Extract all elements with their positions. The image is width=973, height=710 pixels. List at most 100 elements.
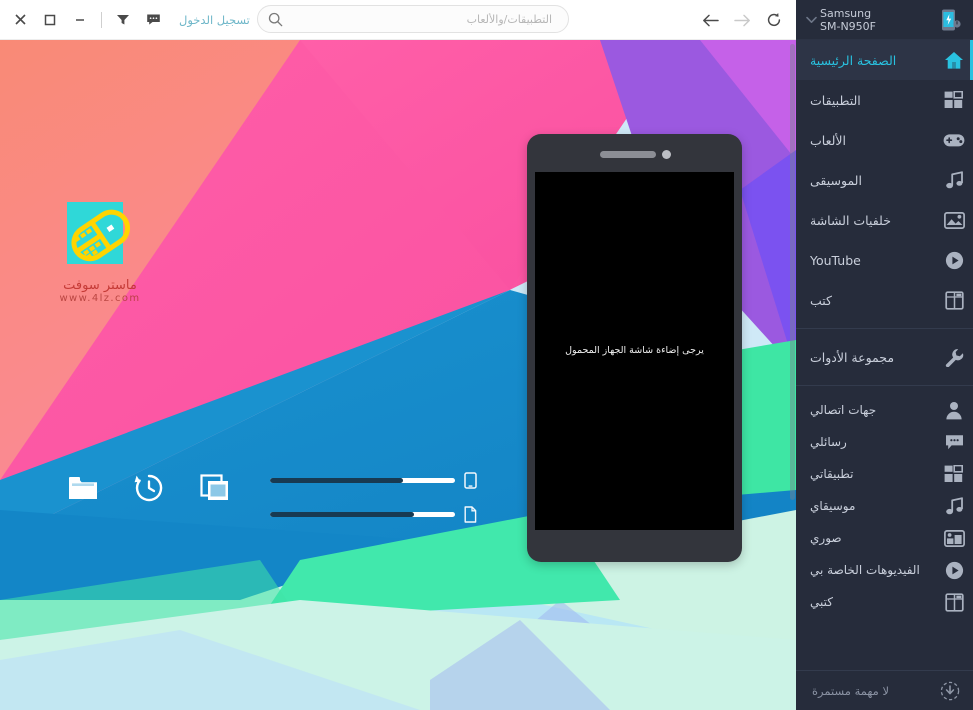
chat-icon[interactable] xyxy=(139,7,167,33)
sidebar-divider-1 xyxy=(796,328,973,329)
sidebar-item-music[interactable]: الموسيقى xyxy=(796,160,973,200)
sidebar-item-my-contacts-label: جهات اتصالي xyxy=(810,403,877,417)
sidebar-primary-group: الصفحة الرئيسية التطبيقات الألعاب الموسيقى خ… xyxy=(796,40,973,320)
desktop-stage: ماستر سوفت www.4lz.com يرجى إضاءة شاشة ا… xyxy=(0,40,796,710)
sidebar-item-home[interactable]: الصفحة الرئيسية xyxy=(796,40,973,80)
sidebar-item-books-label: كتب xyxy=(810,292,832,308)
file-transfer-fill xyxy=(270,511,415,517)
contact-icon xyxy=(935,401,973,420)
window-controls: تسجيل الدخول xyxy=(0,7,250,33)
phone-camera-icon xyxy=(661,150,671,159)
sidebar-item-my-videos-label: الفيديوهات الخاصة بي xyxy=(810,563,920,577)
gamepad-icon xyxy=(935,133,973,148)
sidebar-item-wallpapers[interactable]: خلفيات الشاشة xyxy=(796,200,973,240)
history-icon[interactable] xyxy=(132,471,166,505)
right-sidebar: Samsung SM-N950F الصفحة الرئيسية التطبيقا… xyxy=(796,0,973,710)
sidebar-item-my-messages-label: رسائلي xyxy=(810,435,847,449)
sidebar-item-my-photos-label: صوري xyxy=(810,531,842,545)
stage-scrollbar[interactable] xyxy=(789,40,796,710)
book-icon xyxy=(935,290,973,310)
search-icon xyxy=(268,12,283,26)
sidebar-item-my-contacts[interactable]: جهات اتصالي xyxy=(796,394,973,426)
apps-grid-icon xyxy=(935,464,973,484)
chevron-down-icon[interactable] xyxy=(802,11,820,29)
login-link[interactable]: تسجيل الدخول xyxy=(179,13,250,27)
play-circle-icon xyxy=(935,251,973,270)
top-toolbar: تسجيل الدخول xyxy=(0,0,796,40)
sidebar-item-youtube-label: YouTube xyxy=(810,252,861,268)
device-header[interactable]: Samsung SM-N950F xyxy=(796,0,973,40)
toolbar-divider xyxy=(101,11,102,28)
book-icon xyxy=(935,592,973,612)
sidebar-item-my-messages[interactable]: رسائلي xyxy=(796,426,973,458)
sidebar-footer-label: لا مهمة مستمرة xyxy=(812,683,890,698)
phone-icon xyxy=(455,471,477,489)
phone-screen: يرجى إضاءة شاشة الجهاز المحمول xyxy=(535,172,734,530)
sidebar-item-wallpapers-label: خلفيات الشاشة xyxy=(810,212,891,228)
file-transfer-row xyxy=(270,497,486,531)
phone-mockup: يرجى إضاءة شاشة الجهاز المحمول xyxy=(527,134,742,562)
sidebar-item-youtube[interactable]: YouTube xyxy=(796,240,973,280)
music-note-icon xyxy=(935,496,973,516)
sidebar-tools-group: مجموعة الأدوات xyxy=(796,337,973,377)
download-icon xyxy=(937,681,963,701)
device-brand: Samsung xyxy=(820,6,872,20)
sidebar-item-music-label: الموسيقى xyxy=(810,172,862,188)
sidebar-item-toolkit-label: مجموعة الأدوات xyxy=(810,349,895,365)
sidebar-item-my-books[interactable]: كتبي xyxy=(796,586,973,618)
sidebar-divider-2 xyxy=(796,385,973,386)
wallpaper-icon xyxy=(935,211,973,229)
sidebar-my-group: جهات اتصالي رسائلي تطبيقاتي موسيقاي صوري الفي… xyxy=(796,394,973,618)
device-name: Samsung SM-N950F xyxy=(820,7,937,33)
device-connected-icon xyxy=(937,6,963,34)
sidebar-item-my-videos[interactable]: الفيديوهات الخاصة بي xyxy=(796,554,973,586)
device-model: SM-N950F xyxy=(820,19,876,33)
refresh-icon[interactable] xyxy=(760,6,788,34)
main-content-area: تسجيل الدخول التطبيقات/والألعاب ماستر سو… xyxy=(0,0,796,710)
sidebar-item-my-music-label: موسيقاي xyxy=(810,499,856,513)
sidebar-item-games[interactable]: الألعاب xyxy=(796,120,973,160)
sidebar-item-home-label: الصفحة الرئيسية xyxy=(810,52,897,68)
device-transfer-row xyxy=(270,463,486,497)
phone-screen-message: يرجى إضاءة شاشة الجهاز المحمول xyxy=(565,344,704,356)
sidebar-item-toolkit[interactable]: مجموعة الأدوات xyxy=(796,337,973,377)
funnel-icon[interactable] xyxy=(109,7,137,33)
device-transfer-fill xyxy=(270,477,404,483)
message-icon xyxy=(935,434,973,451)
screen-mirror-icon[interactable] xyxy=(198,471,232,505)
wrench-icon xyxy=(935,348,973,367)
search-bar[interactable] xyxy=(257,5,569,33)
sidebar-item-my-books-label: كتبي xyxy=(810,595,833,609)
desktop-dock xyxy=(66,463,486,533)
sidebar-item-my-photos[interactable]: صوري xyxy=(796,522,973,554)
device-transfer-bar[interactable] xyxy=(270,477,455,483)
sidebar-item-my-music[interactable]: موسيقاي xyxy=(796,490,973,522)
forward-arrow-icon[interactable] xyxy=(728,6,756,34)
sidebar-item-my-apps[interactable]: تطبيقاتي xyxy=(796,458,973,490)
dock-icon-group xyxy=(66,471,232,505)
back-arrow-icon[interactable] xyxy=(696,6,724,34)
file-manager-icon[interactable] xyxy=(66,471,100,505)
file-transfer-bar[interactable] xyxy=(270,511,455,517)
phone-speaker-icon xyxy=(599,151,656,158)
close-button[interactable] xyxy=(6,7,34,33)
navigation-buttons xyxy=(696,0,788,40)
sidebar-item-apps[interactable]: التطبيقات xyxy=(796,80,973,120)
play-circle-icon xyxy=(935,561,973,580)
search-input[interactable] xyxy=(283,7,556,31)
apps-grid-icon xyxy=(935,90,973,110)
scrollbar-thumb[interactable] xyxy=(790,44,795,500)
sidebar-item-my-apps-label: تطبيقاتي xyxy=(810,467,854,481)
maximize-button[interactable] xyxy=(36,7,64,33)
sidebar-footer[interactable]: لا مهمة مستمرة xyxy=(796,670,973,710)
sidebar-item-apps-label: التطبيقات xyxy=(810,92,861,108)
photo-icon xyxy=(935,529,973,547)
sidebar-item-books[interactable]: كتب xyxy=(796,280,973,320)
app-window: تسجيل الدخول التطبيقات/والألعاب ماستر سو… xyxy=(0,0,973,710)
music-note-icon xyxy=(935,170,973,190)
minimize-button[interactable] xyxy=(66,7,94,33)
progress-bar-group xyxy=(270,463,486,531)
home-icon xyxy=(935,51,973,70)
sidebar-item-games-label: الألعاب xyxy=(810,132,847,148)
